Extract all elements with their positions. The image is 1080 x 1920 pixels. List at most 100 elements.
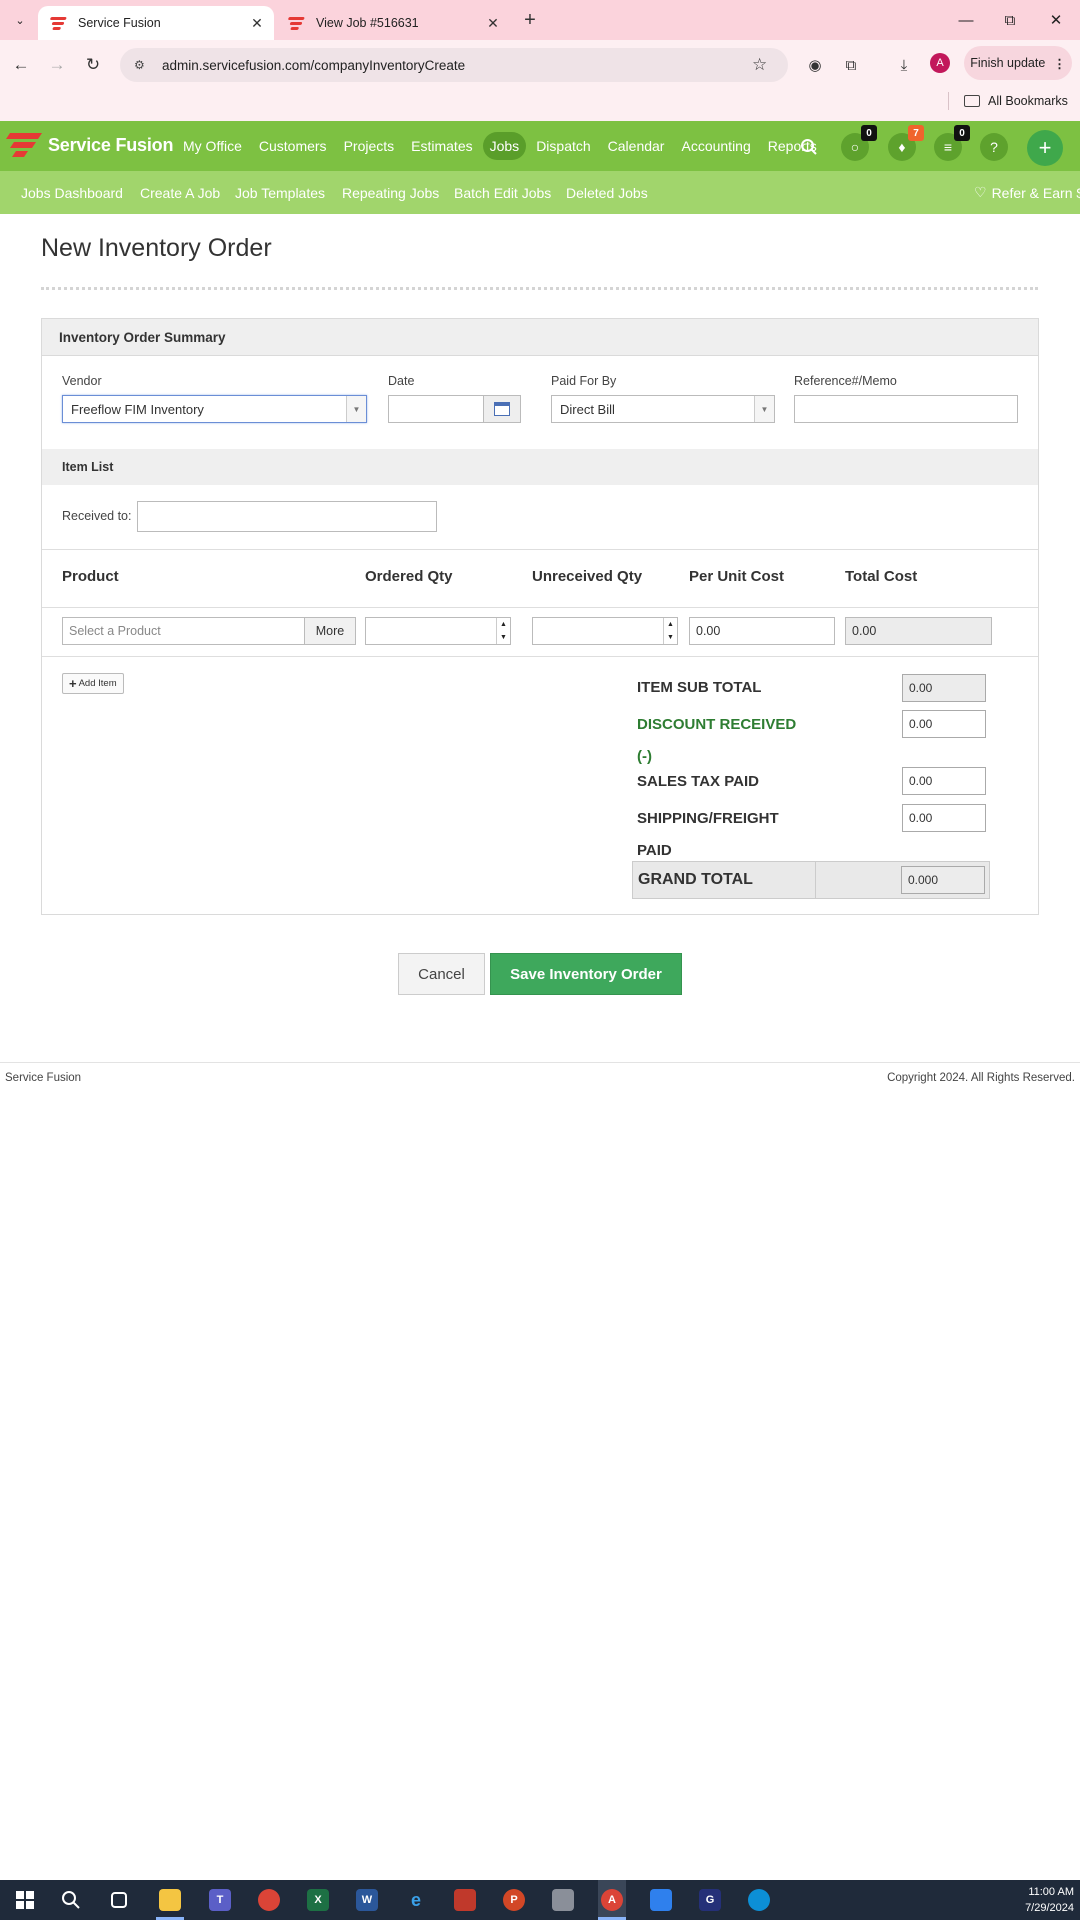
subnav-jobs-dashboard[interactable]: Jobs Dashboard bbox=[21, 171, 123, 214]
discount-received-label: DISCOUNT RECEIVED bbox=[637, 716, 797, 733]
g-app-icon[interactable]: G bbox=[695, 1886, 725, 1914]
browser-toolbar: ← → ↻ ⚙ admin.servicefusion.com/companyI… bbox=[0, 40, 1080, 126]
ordered-qty-stepper[interactable]: ▲ ▼ bbox=[496, 618, 510, 644]
chrome-profile-icon[interactable]: A bbox=[597, 1886, 627, 1914]
service-fusion-logo[interactable]: Service Fusion bbox=[4, 131, 173, 159]
more-vert-icon: ⋮ bbox=[1053, 56, 1066, 71]
teams-icon[interactable]: T bbox=[205, 1886, 235, 1914]
sales-tax-paid-input[interactable]: 0.00 bbox=[902, 767, 986, 795]
taskbar-clock[interactable]: 11:00 AM 7/29/2024 bbox=[1025, 1884, 1074, 1916]
site-info-icon[interactable]: ⚙ bbox=[134, 58, 152, 72]
excel-icon[interactable]: X bbox=[303, 1886, 333, 1914]
help-icon[interactable]: ? bbox=[980, 133, 1008, 161]
received-to-label: Received to: bbox=[62, 509, 132, 523]
profile-avatar[interactable]: A bbox=[930, 53, 950, 73]
subnav-batch-edit-jobs[interactable]: Batch Edit Jobs bbox=[454, 171, 551, 214]
edge-icon[interactable] bbox=[744, 1886, 774, 1914]
nav-customers[interactable]: Customers bbox=[252, 132, 334, 160]
download-icon[interactable]: ⤓ bbox=[891, 52, 917, 78]
back-icon[interactable]: ← bbox=[8, 52, 34, 78]
subnav-create-a-job[interactable]: Create A Job bbox=[140, 171, 220, 214]
per-unit-cost-input[interactable]: 0.00 bbox=[689, 617, 835, 645]
file-explorer-icon[interactable] bbox=[155, 1886, 185, 1914]
chevron-down-icon: ▼ bbox=[346, 396, 366, 422]
minimize-icon[interactable]: — bbox=[948, 6, 984, 34]
all-bookmarks-button[interactable]: All Bookmarks bbox=[964, 90, 1068, 112]
nav-estimates[interactable]: Estimates bbox=[404, 132, 479, 160]
tab-view-job[interactable]: View Job #516631 ✕ bbox=[276, 6, 510, 40]
extensions-puzzle-icon[interactable]: ⧉ bbox=[838, 52, 864, 78]
search-icon[interactable] bbox=[795, 133, 823, 161]
close-tab-icon[interactable]: ✕ bbox=[246, 12, 268, 34]
extension-cookie-icon[interactable]: ◉ bbox=[802, 52, 828, 78]
browser-tab-strip: ⌄ Service Fusion ✕ View Job #516631 ✕ + … bbox=[0, 0, 1080, 40]
forward-icon[interactable]: → bbox=[44, 52, 70, 78]
save-inventory-order-button[interactable]: Save Inventory Order bbox=[490, 953, 682, 995]
nav-calendar[interactable]: Calendar bbox=[601, 132, 672, 160]
tasks-list-icon[interactable]: ≡ 0 bbox=[934, 125, 970, 161]
notifications-bell-icon[interactable]: ♦ 7 bbox=[888, 125, 924, 161]
windows-start-icon[interactable] bbox=[10, 1886, 40, 1914]
nav-jobs[interactable]: Jobs bbox=[482, 132, 527, 160]
shipping-freight-input[interactable]: 0.00 bbox=[902, 804, 986, 832]
inventory-order-panel: Inventory Order Summary Vendor Freeflow … bbox=[41, 318, 1039, 915]
unreceived-qty-input[interactable]: ▲ ▼ bbox=[532, 617, 678, 645]
more-button[interactable]: More bbox=[304, 617, 356, 645]
nav-projects[interactable]: Projects bbox=[337, 132, 402, 160]
tab-service-fusion[interactable]: Service Fusion ✕ bbox=[38, 6, 274, 40]
subnav-deleted-jobs[interactable]: Deleted Jobs bbox=[566, 171, 648, 214]
close-tab-icon[interactable]: ✕ bbox=[482, 12, 504, 34]
new-tab-icon[interactable]: + bbox=[518, 8, 542, 32]
powerpoint-icon[interactable]: P bbox=[499, 1886, 529, 1914]
bookmark-star-icon[interactable]: ☆ bbox=[752, 55, 776, 75]
finish-update-button[interactable]: Finish update ⋮ bbox=[964, 46, 1072, 80]
grand-total-label: GRAND TOTAL bbox=[638, 871, 753, 888]
footer-divider bbox=[0, 1062, 1080, 1063]
internet-explorer-icon[interactable]: e bbox=[401, 1886, 431, 1914]
word-icon[interactable]: W bbox=[352, 1886, 382, 1914]
nav-my-office[interactable]: My Office bbox=[176, 132, 249, 160]
column-header-total-cost: Total Cost bbox=[845, 568, 918, 585]
quick-add-plus-button[interactable]: + bbox=[1027, 130, 1063, 166]
photos-icon[interactable] bbox=[646, 1886, 676, 1914]
jobs-sub-nav: Jobs Dashboard Create A Job Job Template… bbox=[0, 171, 1080, 214]
window-close-icon[interactable]: ✕ bbox=[1038, 6, 1074, 34]
item-sub-total-field: 0.00 bbox=[902, 674, 986, 702]
vendor-select[interactable]: Freeflow FIM Inventory ▼ bbox=[62, 395, 367, 423]
add-item-label: Add Item bbox=[78, 678, 117, 689]
cancel-button[interactable]: Cancel bbox=[398, 953, 485, 995]
ordered-qty-input[interactable]: ▲ ▼ bbox=[365, 617, 511, 645]
clock-time: 11:00 AM bbox=[1028, 1886, 1074, 1898]
divider bbox=[42, 656, 1038, 657]
refer-and-earn-link[interactable]: ♡ Refer & Earn $ bbox=[974, 171, 1080, 214]
chrome-icon[interactable] bbox=[254, 1886, 284, 1914]
snipping-tool-icon[interactable] bbox=[450, 1886, 480, 1914]
calendar-button[interactable] bbox=[483, 395, 521, 423]
chat-icon[interactable]: ○ 0 bbox=[841, 125, 877, 161]
restore-icon[interactable]: ⧉ bbox=[992, 6, 1028, 34]
subnav-repeating-jobs[interactable]: Repeating Jobs bbox=[342, 171, 439, 214]
nav-accounting[interactable]: Accounting bbox=[674, 132, 757, 160]
paid-for-by-value: Direct Bill bbox=[560, 401, 615, 417]
unreceived-qty-stepper[interactable]: ▲ ▼ bbox=[663, 618, 677, 644]
address-bar[interactable]: ⚙ admin.servicefusion.com/companyInvento… bbox=[120, 48, 788, 82]
paid-for-by-select[interactable]: Direct Bill ▼ bbox=[551, 395, 775, 423]
reference-memo-input[interactable] bbox=[794, 395, 1018, 423]
discount-received-input[interactable]: 0.00 bbox=[902, 710, 986, 738]
item-list-header: Item List bbox=[42, 449, 1038, 485]
tab-search-chevron-icon[interactable]: ⌄ bbox=[8, 9, 32, 31]
title-divider bbox=[41, 287, 1038, 290]
nav-dispatch[interactable]: Dispatch bbox=[529, 132, 597, 160]
column-header-unreceived-qty: Unreceived Qty bbox=[532, 568, 643, 585]
brand-name: Service Fusion bbox=[48, 134, 174, 155]
calculator-icon[interactable] bbox=[548, 1886, 578, 1914]
add-item-button[interactable]: + Add Item bbox=[62, 673, 124, 694]
received-to-input[interactable] bbox=[137, 501, 437, 532]
product-select-input[interactable]: Select a Product bbox=[62, 617, 305, 645]
date-input[interactable] bbox=[388, 395, 484, 423]
reload-icon[interactable]: ↻ bbox=[80, 52, 106, 78]
divider bbox=[42, 607, 1038, 608]
subnav-job-templates[interactable]: Job Templates bbox=[235, 171, 325, 214]
taskbar-search-icon[interactable] bbox=[56, 1886, 86, 1914]
task-view-icon[interactable] bbox=[104, 1886, 134, 1914]
